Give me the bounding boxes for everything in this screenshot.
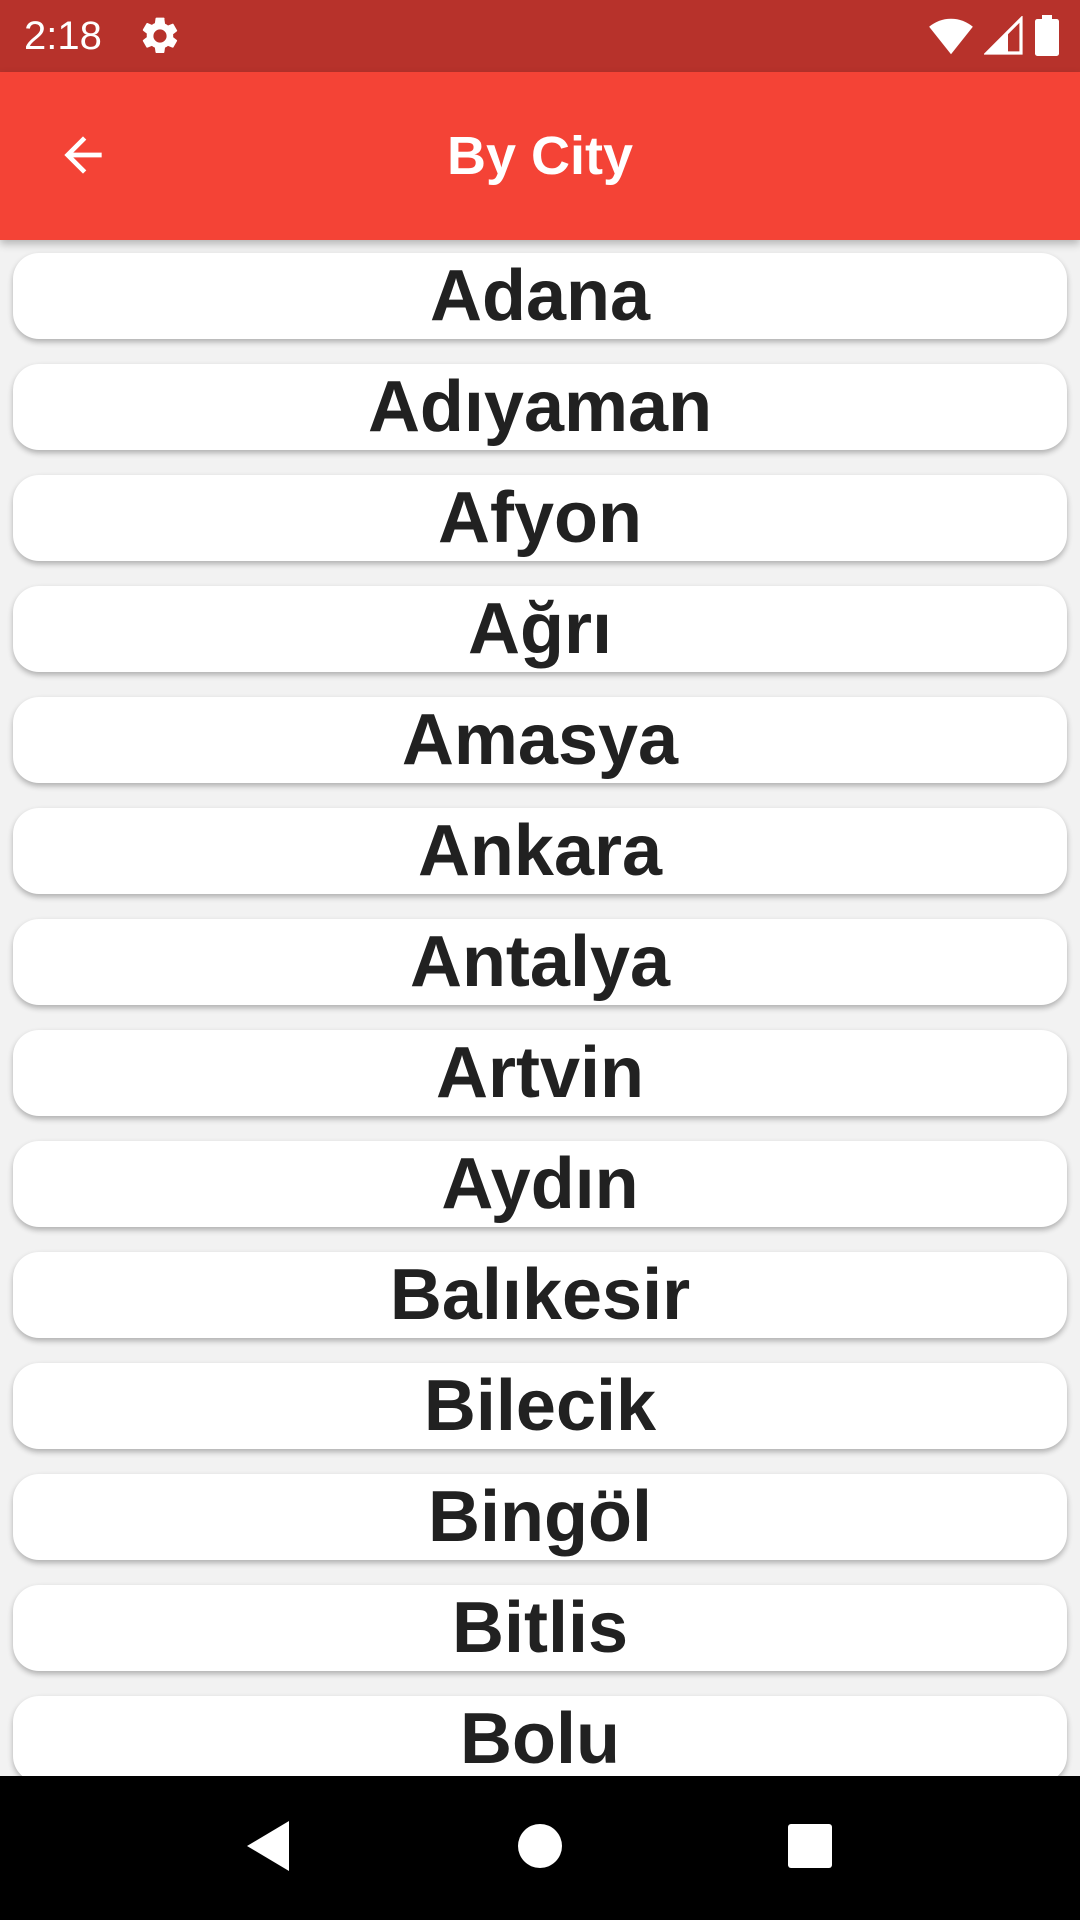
nav-back-button[interactable] (228, 1808, 308, 1888)
city-list-item[interactable]: Antalya (13, 919, 1067, 1005)
recents-square-icon (787, 1823, 833, 1874)
city-label: Ankara (417, 811, 663, 891)
arrow-back-icon (55, 127, 111, 188)
nav-recents-button[interactable] (770, 1808, 850, 1888)
nav-home-button[interactable] (500, 1808, 580, 1888)
signal-icon (984, 16, 1024, 56)
gear-icon (138, 14, 182, 58)
city-list-item[interactable]: Ankara (13, 808, 1067, 894)
city-list-item[interactable]: Bitlis (13, 1585, 1067, 1671)
city-list-item[interactable]: Ağrı (13, 586, 1067, 672)
city-list-item[interactable]: Adıyaman (13, 364, 1067, 450)
back-triangle-icon (243, 1819, 293, 1878)
city-list-item[interactable]: Artvin (13, 1030, 1067, 1116)
back-button[interactable] (38, 112, 128, 202)
city-label: Bolu (460, 1699, 620, 1776)
city-label: Balıkesir (389, 1255, 691, 1335)
city-label: Antalya (409, 922, 671, 1002)
city-label: Adana (429, 256, 651, 336)
status-bar: 2:18 (0, 0, 1080, 72)
status-time: 2:18 (24, 14, 102, 58)
app-bar: By City (0, 72, 1080, 240)
navigation-bar (0, 1776, 1080, 1920)
city-label: Amasya (401, 700, 679, 780)
status-icons (928, 14, 1060, 58)
city-label: Artvin (435, 1033, 645, 1113)
city-label: Adıyaman (367, 367, 713, 447)
city-list-item[interactable]: Bilecik (13, 1363, 1067, 1449)
home-circle-icon (516, 1822, 564, 1875)
city-list-item[interactable]: Bingöl (13, 1474, 1067, 1560)
city-list-item[interactable]: Aydın (13, 1141, 1067, 1227)
page-title: By City (446, 126, 634, 186)
battery-icon (1034, 15, 1060, 57)
city-label: Bingöl (428, 1477, 652, 1557)
city-list-item[interactable]: Balıkesir (13, 1252, 1067, 1338)
screen: 2:18 By City Adana Adıyaman Afyon Ağrı A… (0, 0, 1080, 1920)
city-list-item[interactable]: Afyon (13, 475, 1067, 561)
city-label: Bilecik (423, 1366, 657, 1446)
city-list[interactable]: Adana Adıyaman Afyon Ağrı Amasya Ankara Antaly… (0, 240, 1080, 1776)
city-list-item[interactable]: Bolu (13, 1696, 1067, 1776)
city-label: Aydın (441, 1144, 639, 1224)
city-label: Ağrı (468, 589, 612, 669)
city-label: Afyon (438, 478, 642, 558)
wifi-icon (928, 16, 974, 56)
city-list-item[interactable]: Amasya (13, 697, 1067, 783)
city-label: Bitlis (451, 1588, 629, 1668)
city-list-item[interactable]: Adana (13, 253, 1067, 339)
